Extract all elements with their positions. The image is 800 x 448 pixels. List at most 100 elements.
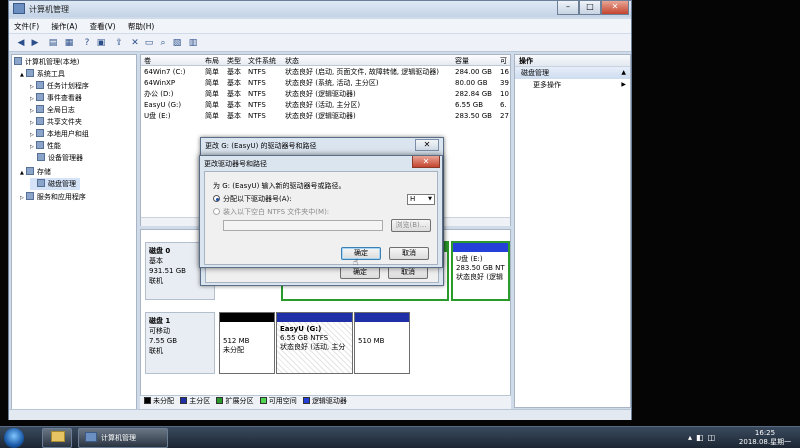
mount-folder-radio[interactable] <box>213 208 220 215</box>
title-bar: 计算机管理 – □ ✕ <box>9 1 631 17</box>
menu-action[interactable]: 操作(A) <box>46 19 82 34</box>
disk-1-label[interactable]: 磁盘 1 可移动 7.55 GB 联机 <box>145 312 215 374</box>
col-filesystem[interactable]: 文件系统 <box>248 56 276 66</box>
col-layout[interactable]: 布局 <box>205 56 219 66</box>
minimize-button[interactable]: – <box>557 1 579 15</box>
search-icon[interactable]: ⌕ <box>157 37 169 49</box>
actions-section-disk-management[interactable]: 磁盘管理 ▲ <box>515 67 630 79</box>
show-tree-icon[interactable]: ▦ <box>63 37 75 49</box>
cancel-button[interactable]: 取消 <box>389 247 429 260</box>
actions-pane: 操作 磁盘管理 ▲ 更多操作 ▶ <box>514 54 631 408</box>
tree-item-local-users[interactable]: ▷ 本地用户和组 <box>30 128 89 140</box>
menu-help[interactable]: 帮助(H) <box>123 19 160 34</box>
assign-letter-label[interactable]: 分配以下驱动器号(A): <box>223 194 292 204</box>
tree-item-system-tools[interactable]: ▲ 系统工具 <box>20 68 65 80</box>
col-volume[interactable]: 卷 <box>144 56 151 66</box>
ok-button[interactable]: 确定 <box>341 247 381 260</box>
legend-swatch-free <box>259 397 267 404</box>
explorer-taskbar-button[interactable] <box>42 428 72 448</box>
tray-icons[interactable]: ▴◧◫ <box>688 433 719 442</box>
export-icon[interactable]: ⇪ <box>113 37 125 49</box>
dialog-close-button[interactable]: ✕ <box>415 139 439 151</box>
col-type[interactable]: 类型 <box>227 56 241 66</box>
dialog-title: 更改 G: (EasyU) 的驱动器号和路径 <box>205 142 317 150</box>
help-icon[interactable]: ? <box>81 37 93 49</box>
volume-row[interactable]: U盘 (E:) 简单 基本 NTFS 状态良好 (逻辑驱动器) 283.50 G… <box>141 111 510 122</box>
assign-letter-radio[interactable] <box>213 195 220 202</box>
assign-drive-letter-dialog: 更改驱动器号和路径 ✕ 为 G: (EasyU) 输入新的驱动器号或路径。 分配… <box>199 155 443 268</box>
clock[interactable]: 16:25 2018.08.星期一 <box>732 429 798 447</box>
tree-item-event-log[interactable]: ▷ 全局日志 <box>30 104 75 116</box>
tree-item-computer-management[interactable]: 计算机管理(本地) <box>14 56 79 68</box>
dialog-prompt: 为 G: (EasyU) 输入新的驱动器号或路径。 <box>213 182 346 190</box>
forward-icon[interactable]: ▶ <box>29 37 41 49</box>
collapse-icon: ▲ <box>621 69 626 76</box>
col-free[interactable]: 可 <box>500 56 507 66</box>
unallocated-bar <box>220 313 274 322</box>
desktop: 计算机管理 – □ ✕ 文件(F) 操作(A) 查看(V) 帮助(H) ◀ ▶ … <box>0 0 800 448</box>
computer-management-taskbar-button[interactable]: 计算机管理 <box>78 428 168 448</box>
navigation-tree: 计算机管理(本地) ▲ 系统工具 ▷ 任务计划程序 ▷ 事件查看器 ▷ 全局日志 ▷ 共享… <box>11 54 137 418</box>
computer-management-icon <box>85 432 97 442</box>
col-capacity[interactable]: 容量 <box>455 56 469 66</box>
tree-item-task-scheduler[interactable]: ▷ 任务计划程序 <box>30 80 89 92</box>
inner-dialog-body: 为 G: (EasyU) 输入新的驱动器号或路径。 分配以下驱动器号(A): H… <box>204 171 438 268</box>
mouse-cursor-icon: ☝ <box>353 258 359 268</box>
properties-icon[interactable]: ▣ <box>95 37 107 49</box>
menu-view[interactable]: 查看(V) <box>85 19 121 34</box>
legend-swatch-extended <box>216 397 224 404</box>
logical-bar <box>453 243 508 252</box>
volume-row[interactable]: EasyU (G:) 简单 基本 NTFS 状态良好 (活动, 主分区) 6.5… <box>141 100 510 111</box>
menu-file[interactable]: 文件(F) <box>9 19 44 34</box>
tools-icon <box>25 69 34 77</box>
browse-button[interactable]: 浏览(B)... <box>391 219 431 232</box>
disk-1-partition-g[interactable]: EasyU (G:) 6.55 GB NTFS 状态良好 (活动, 主分 <box>276 312 353 374</box>
tree-item-shared-folders[interactable]: ▷ 共享文件夹 <box>30 116 82 128</box>
chevron-right-icon: ▶ <box>621 81 626 88</box>
up-folder-icon[interactable]: ▤ <box>47 37 59 49</box>
volume-row[interactable]: 办公 (D:) 简单 基本 NTFS 状态良好 (逻辑驱动器) 282.84 G… <box>141 89 510 100</box>
tree-item-device-manager[interactable]: 设备管理器 <box>30 152 83 164</box>
col-status[interactable]: 状态 <box>285 56 299 66</box>
inner-dialog-close-button[interactable]: ✕ <box>412 156 440 168</box>
mount-folder-label[interactable]: 装入以下空白 NTFS 文件夹中(M): <box>223 207 329 217</box>
primary-bar <box>277 313 352 322</box>
storage-icon <box>25 167 34 175</box>
mount-folder-path-input[interactable] <box>223 220 383 231</box>
toolbar: ◀ ▶ ▤ ▦ ? ▣ ⇪ ✕ ▭ ⌕ ▧ ▥ <box>9 34 631 52</box>
legend-swatch-unallocated <box>144 397 151 404</box>
start-button[interactable] <box>4 428 24 448</box>
disk-0-partition-e[interactable]: U盘 (E:) 283.50 GB NTF 状态良好 (逻辑 <box>451 241 510 301</box>
services-icon <box>25 192 34 200</box>
log-icon <box>35 105 44 113</box>
inner-dialog-title: 更改驱动器号和路径 <box>204 160 267 168</box>
volume-row[interactable]: 64Win7 (C:) 简单 基本 NTFS 状态良好 (启动, 页面文件, 故… <box>141 67 510 78</box>
tree-item-services-applications[interactable]: ▷ 服务和应用程序 <box>20 191 86 203</box>
back-icon[interactable]: ◀ <box>15 37 27 49</box>
volume-row[interactable]: 64WinXP 简单 基本 NTFS 状态良好 (系统, 活动, 主分区) 80… <box>141 78 510 89</box>
computer-icon <box>14 57 22 65</box>
tree-item-performance[interactable]: ▷ 性能 <box>30 140 61 152</box>
tree-item-event-viewer[interactable]: ▷ 事件查看器 <box>30 92 82 104</box>
event-viewer-icon <box>35 93 44 101</box>
clock-icon <box>35 81 44 89</box>
computer-management-icon <box>13 3 25 14</box>
disk-1-partition-3[interactable]: 510 MB <box>354 312 410 374</box>
view-icon[interactable]: ▥ <box>187 37 199 49</box>
shared-folder-icon <box>35 117 44 125</box>
maximize-button[interactable]: □ <box>579 1 601 15</box>
refresh-icon[interactable]: ▧ <box>171 37 183 49</box>
drive-letter-select[interactable]: H ▼ <box>407 194 435 205</box>
open-icon[interactable]: ▭ <box>143 37 155 49</box>
window-title: 计算机管理 <box>29 5 69 14</box>
actions-more[interactable]: 更多操作 ▶ <box>515 79 630 91</box>
disk-1-unallocated[interactable]: 512 MB 未分配 <box>219 312 275 374</box>
partition-legend: 未分配 主分区 扩展分区 可用空间 逻辑驱动器 <box>140 395 511 409</box>
tree-item-storage[interactable]: ▲ 存储 <box>20 166 51 178</box>
tree-item-disk-management[interactable]: 磁盘管理 <box>30 178 80 190</box>
performance-icon <box>35 141 44 149</box>
delete-icon[interactable]: ✕ <box>129 37 141 49</box>
device-manager-icon <box>37 153 45 161</box>
legend-swatch-primary <box>180 397 188 404</box>
close-button[interactable]: ✕ <box>601 1 629 15</box>
